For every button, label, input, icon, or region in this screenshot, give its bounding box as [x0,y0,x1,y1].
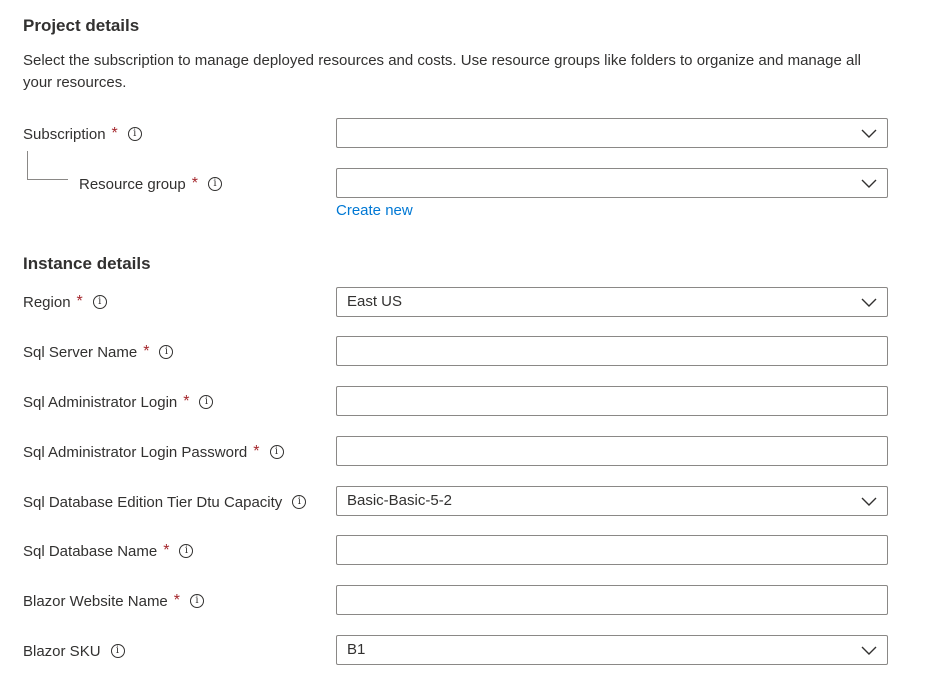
create-new-link[interactable]: Create new [336,201,413,221]
info-icon[interactable]: i [92,295,107,309]
info-icon[interactable]: i [269,445,284,459]
blazor-sku-label-row: Blazor SKU i [23,636,125,666]
sql-admin-password-label-row: Sql Administrator Login Password * i [23,437,284,467]
info-icon[interactable]: i [207,177,222,191]
subscription-label-row: Subscription * i [23,119,142,149]
region-dropdown[interactable]: East US [336,287,888,317]
info-icon[interactable]: i [292,495,307,509]
sql-db-tier-label-row: Sql Database Edition Tier Dtu Capacity i [23,487,307,517]
required-marker: * [76,293,83,310]
info-icon[interactable]: i [199,395,214,409]
resource-group-label-row: Resource group * i [79,169,222,199]
chevron-down-icon [861,179,877,188]
sql-db-tier-label: Sql Database Edition Tier Dtu Capacity [23,493,283,511]
required-marker: * [253,443,260,460]
tree-connector [27,151,68,180]
info-icon[interactable]: i [179,544,194,558]
sql-db-tier-value: Basic-Basic-5-2 [347,492,453,509]
region-label: Region [23,293,71,311]
blazor-site-name-label-row: Blazor Website Name * i [23,586,205,616]
sql-admin-password-input[interactable] [336,436,888,466]
sql-db-name-label-row: Sql Database Name * i [23,536,194,566]
resource-group-dropdown[interactable] [336,168,888,198]
sql-server-name-input[interactable] [336,336,888,366]
sql-admin-password-label: Sql Administrator Login Password [23,443,248,461]
info-icon[interactable]: i [190,594,205,608]
required-marker: * [191,175,198,192]
sql-admin-login-label-row: Sql Administrator Login * i [23,387,214,417]
chevron-down-icon [861,298,877,307]
blazor-site-name-label: Blazor Website Name [23,592,168,610]
blazor-sku-label: Blazor SKU [23,642,101,660]
blazor-sku-dropdown[interactable]: B1 [336,635,888,665]
blazor-site-name-input[interactable] [336,585,888,615]
chevron-down-icon [861,646,877,655]
sql-db-name-input[interactable] [336,535,888,565]
region-value: East US [347,293,403,310]
sql-db-tier-dropdown[interactable]: Basic-Basic-5-2 [336,486,888,516]
sql-admin-login-input[interactable] [336,386,888,416]
subscription-dropdown[interactable] [336,118,888,148]
sql-server-name-label-row: Sql Server Name * i [23,337,174,367]
required-marker: * [143,343,150,360]
sql-server-name-label: Sql Server Name [23,343,138,361]
sql-db-name-label: Sql Database Name [23,542,158,560]
instance-details-heading: Instance details [23,254,151,273]
region-label-row: Region * i [23,287,107,317]
subscription-label: Subscription [23,125,106,143]
required-marker: * [183,393,190,410]
info-icon[interactable]: i [127,127,142,141]
info-icon[interactable]: i [159,345,174,359]
info-icon[interactable]: i [110,644,125,658]
required-marker: * [173,592,181,609]
sql-admin-login-label: Sql Administrator Login [23,393,178,411]
required-marker: * [111,125,118,142]
chevron-down-icon [861,497,877,506]
resource-group-label: Resource group [79,175,186,193]
chevron-down-icon [861,129,877,138]
required-marker: * [163,542,170,559]
project-details-description: Select the subscription to manage deploy… [23,52,861,91]
blazor-sku-value: B1 [347,641,366,658]
project-details-heading: Project details [23,16,140,35]
